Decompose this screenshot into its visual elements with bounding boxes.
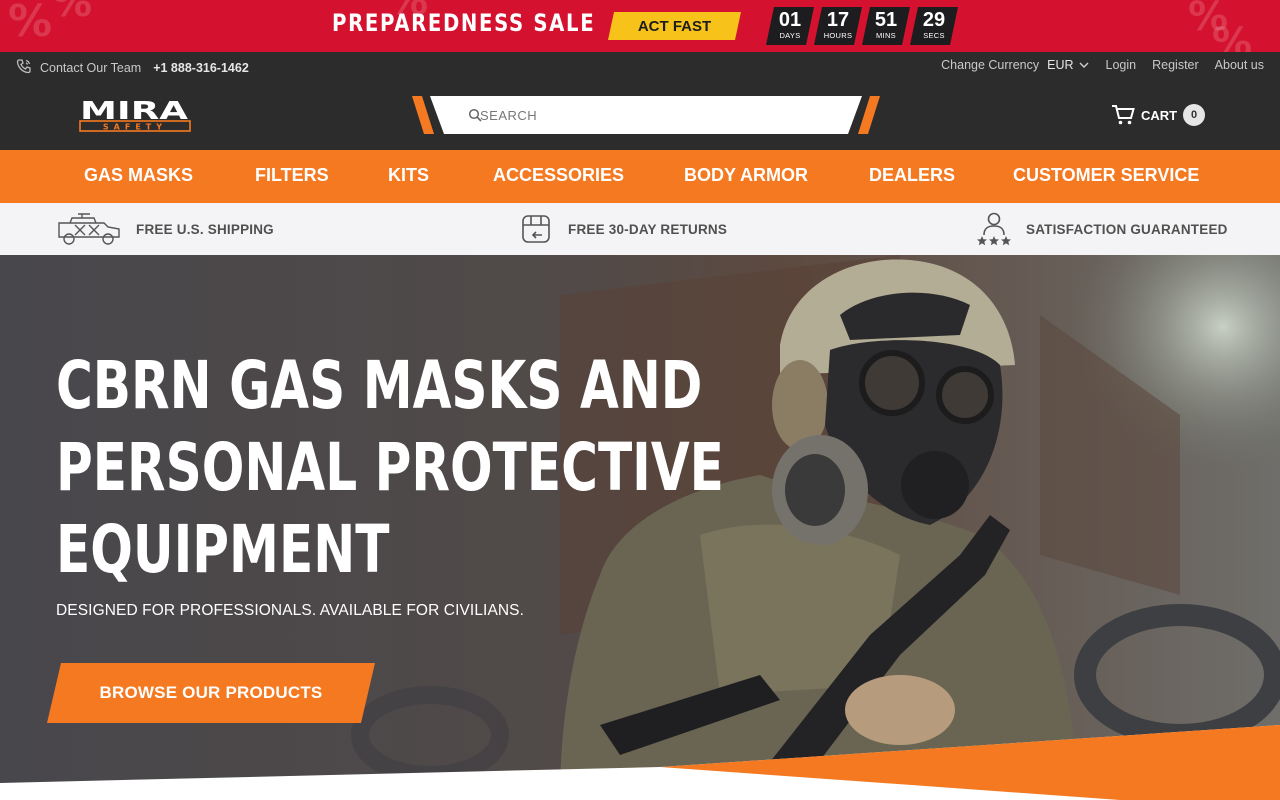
currency-select[interactable]: EUR	[1047, 58, 1089, 72]
benefit-label: FREE 30-DAY RETURNS	[568, 221, 728, 237]
site-header: MIRA SAFETY CART 0	[0, 80, 1280, 150]
about-link[interactable]: About us	[1215, 58, 1264, 72]
main-nav: GAS MASKS FILTERS KITS ACCESSORIES BODY …	[0, 150, 1280, 203]
countdown-unit: HOURS	[823, 31, 853, 40]
search-field[interactable]	[430, 96, 862, 134]
search-bar[interactable]	[412, 96, 880, 134]
benefits-strip: FREE U.S. SHIPPING FREE 30-DAY RETURNS S…	[0, 203, 1280, 255]
search-accent-right	[858, 96, 880, 134]
utility-bar: Contact Our Team +1 888-316-1462 Change …	[0, 52, 1280, 80]
svg-text:SAFETY: SAFETY	[103, 122, 167, 131]
currency-value: EUR	[1047, 58, 1074, 72]
benefit-satisfaction: SATISFACTION GUARANTEED	[976, 203, 1228, 255]
percent-decoration: %	[52, 0, 93, 26]
user-stars-icon	[977, 212, 1011, 246]
promo-title: PREPAREDNESS SALE	[332, 9, 596, 37]
search-accent-left	[412, 96, 434, 134]
countdown-value: 29	[922, 9, 946, 31]
nav-item-gas-masks[interactable]: GAS MASKS	[84, 165, 193, 186]
mira-safety-logo[interactable]: MIRA SAFETY	[79, 97, 191, 133]
promo-banner[interactable]: % % % % % PREPAREDNESS SALE ACT FAST 01 …	[0, 0, 1280, 52]
cart-label: CART	[1141, 107, 1178, 123]
change-currency-label: Change Currency	[941, 58, 1040, 72]
countdown-unit: DAYS	[779, 31, 801, 40]
percent-decoration: %	[8, 0, 53, 47]
cart-icon	[1112, 105, 1135, 125]
countdown-unit: SECS	[923, 31, 945, 40]
benefit-label: SATISFACTION GUARANTEED	[1026, 221, 1228, 237]
nav-item-body-armor[interactable]: BODY ARMOR	[684, 165, 808, 186]
nav-item-dealers[interactable]: DEALERS	[869, 165, 955, 186]
contact-label: Contact Our Team	[40, 60, 142, 75]
phone-number[interactable]: +1 888-316-1462	[153, 61, 249, 75]
countdown-unit: MINS	[876, 31, 896, 40]
nav-item-filters[interactable]: FILTERS	[255, 165, 329, 186]
hero-subtitle: DESIGNED FOR PROFESSIONALS. AVAILABLE FO…	[56, 602, 525, 619]
nav-item-accessories[interactable]: ACCESSORIES	[493, 165, 624, 186]
cart-count-badge: 0	[1183, 104, 1206, 126]
hero-title-line: EQUIPMENT	[56, 511, 390, 588]
benefit-shipping: FREE U.S. SHIPPING	[56, 203, 274, 255]
act-fast-button[interactable]: ACT FAST	[608, 12, 741, 40]
hero-title-line: CBRN GAS MASKS AND	[56, 347, 703, 424]
nav-item-kits[interactable]: KITS	[388, 165, 429, 186]
hero-title: CBRN GAS MASKS AND PERSONAL PROTECTIVE E…	[56, 345, 724, 591]
humvee-icon	[58, 213, 120, 245]
countdown-mins: 51 MINS	[862, 7, 910, 45]
contact-team-link[interactable]: Contact Our Team +1 888-316-1462	[16, 58, 249, 77]
register-link[interactable]: Register	[1152, 58, 1199, 72]
countdown-days: 01 DAYS	[766, 7, 814, 45]
cart-button[interactable]: CART 0	[1111, 104, 1206, 126]
phone-icon	[16, 58, 32, 77]
browse-products-button[interactable]: BROWSE OUR PRODUCTS	[47, 663, 375, 723]
countdown-value: 51	[874, 9, 898, 31]
hero-title-line: PERSONAL PROTECTIVE	[56, 429, 724, 506]
countdown-hours: 17 HOURS	[814, 7, 862, 45]
countdown-value: 01	[778, 9, 802, 31]
countdown-value: 17	[826, 9, 850, 31]
search-input[interactable]	[480, 96, 840, 134]
chevron-down-icon	[1079, 62, 1089, 68]
nav-item-customer-service[interactable]: CUSTOMER SERVICE	[1013, 165, 1199, 186]
return-box-icon	[522, 215, 550, 243]
percent-decoration: %	[1212, 20, 1253, 52]
benefit-label: FREE U.S. SHIPPING	[136, 221, 274, 237]
countdown-secs: 29 SECS	[910, 7, 958, 45]
login-link[interactable]: Login	[1106, 58, 1137, 72]
benefit-returns: FREE 30-DAY RETURNS	[520, 203, 727, 255]
hero-section: CBRN GAS MASKS AND PERSONAL PROTECTIVE E…	[0, 255, 1280, 800]
